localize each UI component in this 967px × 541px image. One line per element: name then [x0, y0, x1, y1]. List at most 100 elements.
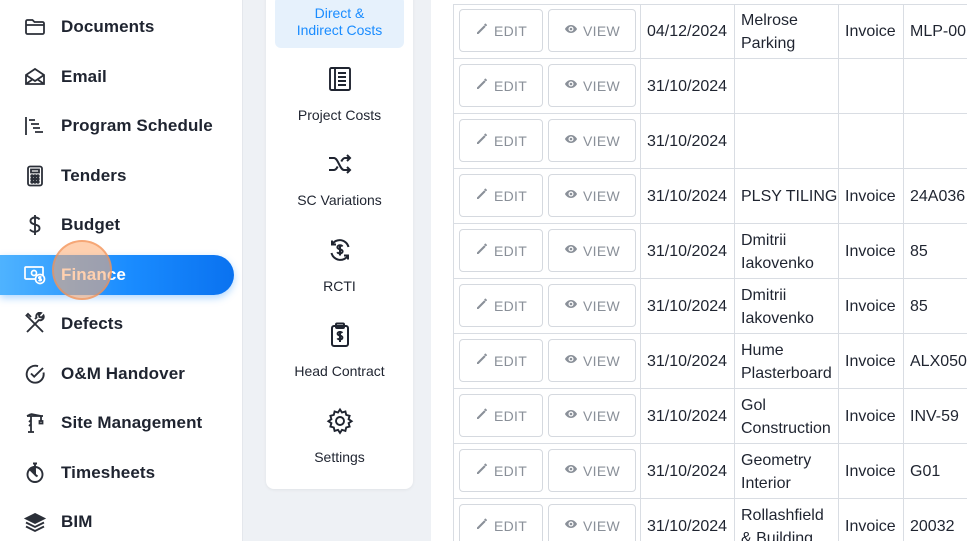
edit-button-label: EDIT	[493, 22, 528, 39]
subnav-active-label-line2: Indirect Costs	[296, 22, 383, 38]
cell-type: Invoice	[838, 334, 903, 389]
view-button[interactable]: VIEW	[548, 229, 636, 272]
edit-button-label: EDIT	[493, 132, 528, 149]
subnav-item-label: Project Costs	[297, 107, 382, 123]
view-button-label: VIEW	[583, 352, 620, 369]
cell-supplier: Melrose Parking	[734, 4, 838, 59]
gantt-icon	[22, 113, 48, 139]
subnav-item-project-costs[interactable]: Project Costs	[266, 65, 413, 135]
edit-button[interactable]: EDIT	[459, 119, 543, 162]
cell-reference: INV-59	[903, 389, 967, 444]
pencil-icon	[475, 352, 494, 369]
edit-button[interactable]: EDIT	[459, 449, 543, 492]
sidebar-item-budget[interactable]: Budget	[0, 205, 234, 245]
view-button-label: VIEW	[583, 517, 620, 534]
eye-icon	[564, 132, 583, 149]
edit-button-label: EDIT	[493, 517, 528, 534]
table-row: EDIT VIEW 31/10/2024 Rollashfield & Buildin…	[453, 499, 967, 541]
subnav-item-settings[interactable]: Settings	[266, 407, 413, 477]
layers-icon	[22, 509, 48, 535]
eye-icon	[564, 22, 583, 39]
envelope-icon	[22, 64, 48, 90]
eye-icon	[564, 242, 583, 259]
view-button-label: VIEW	[583, 187, 620, 204]
subnav-item-label: SC Variations	[297, 192, 382, 208]
table-row: EDIT VIEW 31/10/2024 Geometry Interior Invoi…	[453, 444, 967, 499]
eye-icon	[564, 187, 583, 204]
view-button-label: VIEW	[583, 132, 620, 149]
sidebar-item-timesheets[interactable]: Timesheets	[0, 453, 234, 493]
cell-supplier: PLSY TILING	[734, 169, 838, 224]
edit-button-label: EDIT	[493, 407, 528, 424]
sidebar-item-finance[interactable]: Finance	[0, 255, 234, 295]
pencil-icon	[475, 77, 494, 94]
edit-button[interactable]: EDIT	[459, 394, 543, 437]
subnav-item-head-contract[interactable]: Head Contract	[266, 321, 413, 391]
sidebar-item-label: Documents	[61, 17, 155, 36]
edit-button[interactable]: EDIT	[459, 504, 543, 541]
edit-button[interactable]: EDIT	[459, 284, 543, 327]
table-top-border	[453, 4, 967, 5]
stopwatch-icon	[22, 460, 48, 486]
sidebar-item-label: Defects	[61, 314, 124, 333]
calculator-icon	[22, 163, 48, 189]
check-circle-icon	[22, 361, 48, 387]
edit-button-label: EDIT	[493, 242, 528, 259]
subnav-item-label: Settings	[314, 449, 365, 465]
table-row: EDIT VIEW 31/10/2024 PLSY TILING Invoice 24A0…	[453, 169, 967, 224]
edit-button[interactable]: EDIT	[459, 339, 543, 382]
crane-icon	[22, 410, 48, 436]
edit-button[interactable]: EDIT	[459, 229, 543, 272]
sidebar-item-email[interactable]: Email	[0, 57, 234, 97]
view-button[interactable]: VIEW	[548, 284, 636, 327]
sidebar-item-om-handover[interactable]: O&M Handover	[0, 354, 234, 394]
table-row: EDIT VIEW 31/10/2024 Gol Construction Invoic…	[453, 389, 967, 444]
cell-reference	[903, 59, 967, 114]
view-button[interactable]: VIEW	[548, 449, 636, 492]
eye-icon	[564, 517, 583, 534]
edit-button[interactable]: EDIT	[459, 9, 543, 52]
subnav-item-rcti[interactable]: RCTI	[266, 236, 413, 306]
eye-icon	[564, 352, 583, 369]
eye-icon	[564, 462, 583, 479]
sidebar-item-documents[interactable]: Documents	[0, 7, 234, 47]
cell-supplier: Rollashfield & Building	[734, 499, 838, 541]
cell-reference: G01	[903, 444, 967, 499]
view-button[interactable]: VIEW	[548, 339, 636, 382]
sidebar-item-site-management[interactable]: Site Management	[0, 403, 234, 443]
subnav-item-sc-variations[interactable]: SC Variations	[266, 150, 413, 220]
sidebar-item-tenders[interactable]: Tenders	[0, 156, 234, 196]
cell-date: 31/10/2024	[640, 444, 734, 499]
edit-button-label: EDIT	[493, 352, 528, 369]
cell-type: Invoice	[838, 169, 903, 224]
cell-supplier	[734, 59, 838, 114]
clipboard-dollar-icon	[326, 321, 354, 354]
subnav-item-direct-indirect-costs[interactable]: Direct & Indirect Costs	[275, 0, 404, 48]
pencil-icon	[475, 517, 494, 534]
cell-supplier: Geometry Interior	[734, 444, 838, 499]
folder-icon	[22, 14, 48, 40]
eye-icon	[564, 407, 583, 424]
eye-icon	[564, 297, 583, 314]
sidebar-item-label: Timesheets	[61, 463, 156, 482]
view-button[interactable]: VIEW	[548, 394, 636, 437]
pencil-icon	[475, 462, 494, 479]
view-button[interactable]: VIEW	[548, 9, 636, 52]
table-row: EDIT VIEW 04/12/2024 Melrose Parking Invoice…	[453, 4, 967, 59]
view-button[interactable]: VIEW	[548, 504, 636, 541]
edit-button[interactable]: EDIT	[459, 174, 543, 217]
sidebar-item-label: Budget	[61, 215, 121, 234]
sidebar-item-label: BIM	[61, 512, 93, 531]
edit-button[interactable]: EDIT	[459, 64, 543, 107]
edit-button-label: EDIT	[493, 462, 528, 479]
view-button[interactable]: VIEW	[548, 174, 636, 217]
sidebar-item-bim[interactable]: BIM	[0, 502, 234, 541]
view-button[interactable]: VIEW	[548, 119, 636, 162]
view-button[interactable]: VIEW	[548, 64, 636, 107]
sidebar-item-program-schedule[interactable]: Program Schedule	[0, 106, 234, 146]
costs-table: EDIT VIEW 04/12/2024 Melrose Parking Invoice…	[431, 0, 967, 541]
sidebar-item-label: Finance	[61, 265, 126, 284]
cell-supplier: Gol Construction	[734, 389, 838, 444]
cell-type	[838, 59, 903, 114]
sidebar-item-defects[interactable]: Defects	[0, 304, 234, 344]
